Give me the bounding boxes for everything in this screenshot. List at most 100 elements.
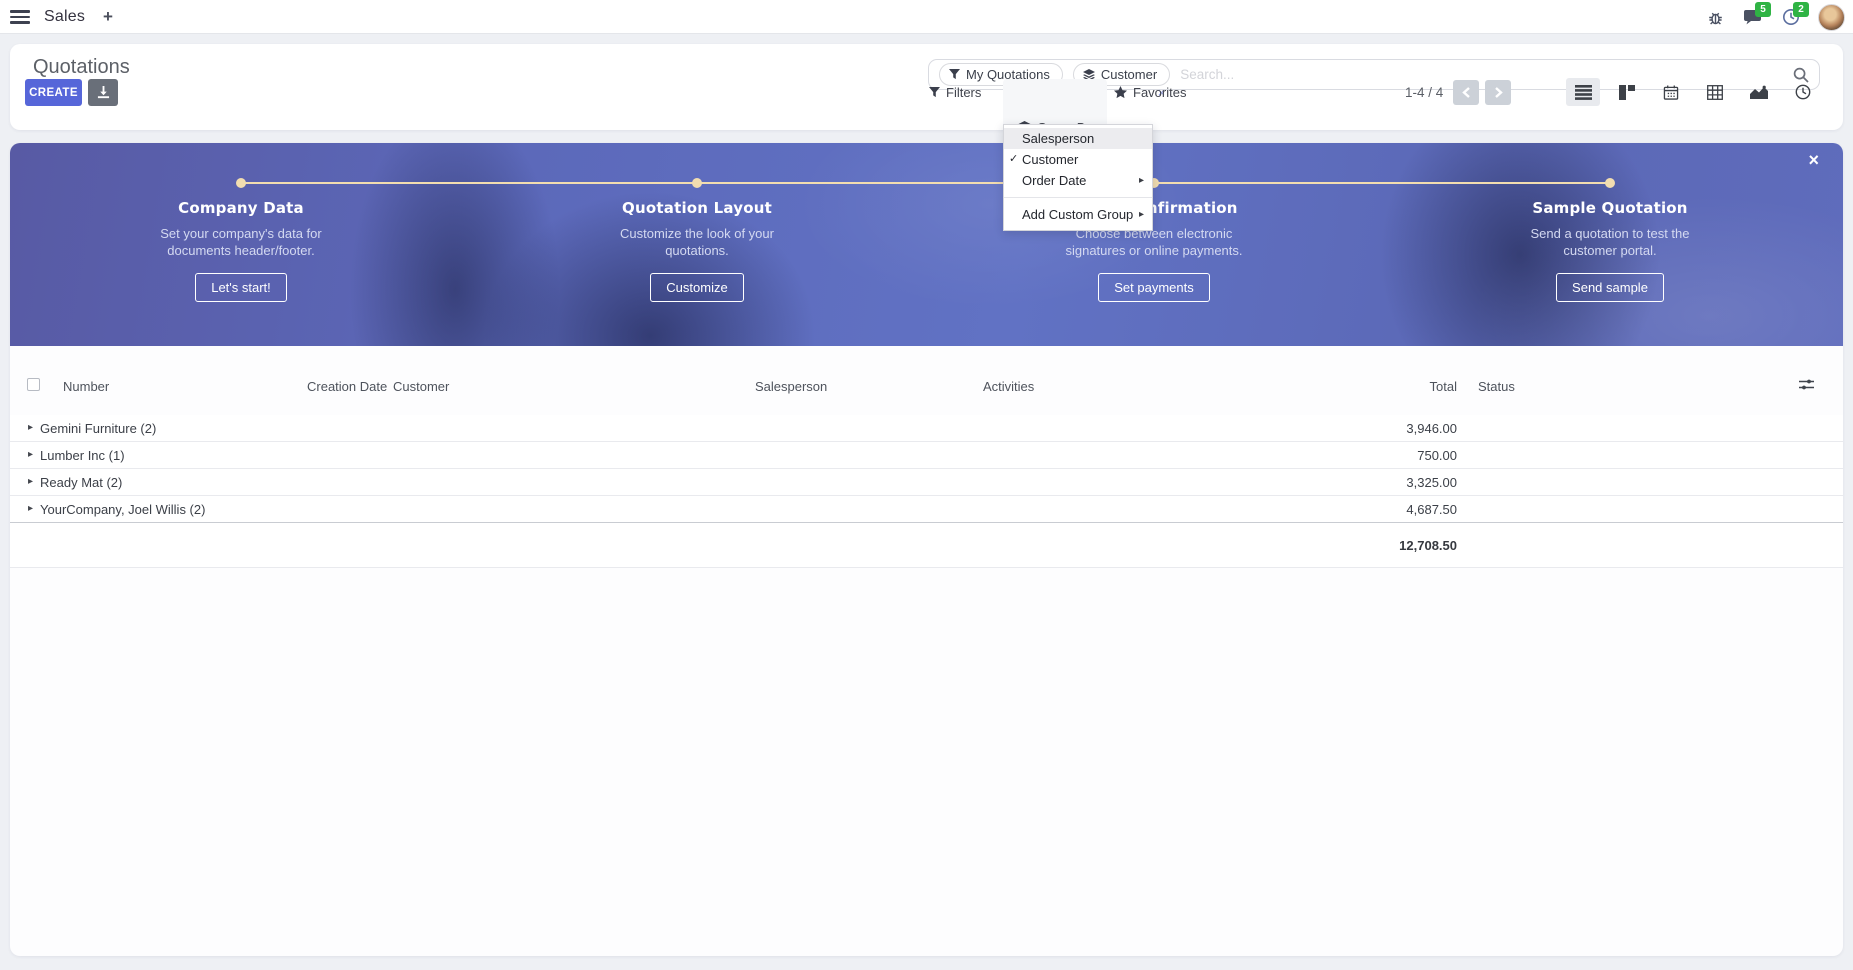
- timeline-dot: [692, 178, 702, 188]
- column-customer[interactable]: Customer: [393, 379, 449, 394]
- onboarding-banner: × Company Data Set your company's data f…: [10, 143, 1843, 346]
- group-total: 3,325.00: [1406, 475, 1457, 490]
- onboarding-step-sample-quotation: Sample Quotation Send a quotation to tes…: [1470, 199, 1750, 302]
- page-title: Quotations: [33, 56, 130, 79]
- pivot-view-icon: [1707, 85, 1723, 100]
- set-payments-button[interactable]: Set payments: [1098, 273, 1210, 302]
- group-name: YourCompany, Joel Willis (2): [40, 502, 205, 517]
- optional-columns-icon[interactable]: [1799, 378, 1814, 391]
- list-header: Number Creation Date Customer Salesperso…: [10, 374, 1843, 402]
- kanban-view-icon: [1619, 85, 1635, 100]
- group-name: Gemini Furniture (2): [40, 421, 156, 436]
- filter-icon: [929, 87, 940, 98]
- group-row-gemini-furniture[interactable]: ▸ Gemini Furniture (2) 3,946.00: [10, 415, 1843, 442]
- banner-close-icon[interactable]: ×: [1808, 151, 1819, 169]
- group-by-button[interactable]: Group By: [1003, 79, 1107, 130]
- group-total: 3,946.00: [1406, 421, 1457, 436]
- lets-start-button[interactable]: Let's start!: [195, 273, 287, 302]
- group-total: 750.00: [1417, 448, 1457, 463]
- step-title: Quotation Layout: [557, 199, 837, 217]
- column-status[interactable]: Status: [1478, 379, 1515, 394]
- column-total[interactable]: Total: [1430, 379, 1457, 394]
- column-salesperson[interactable]: Salesperson: [755, 379, 827, 394]
- timeline-dot: [236, 178, 246, 188]
- step-description: Customize the look of your quotations.: [590, 225, 805, 259]
- menu-item-customer[interactable]: ✓ Customer: [1004, 149, 1152, 170]
- calendar-view-icon: [1663, 85, 1679, 100]
- step-description: Set your company's data for documents he…: [134, 225, 349, 259]
- activity-view-icon: [1795, 84, 1811, 100]
- group-total: 4,687.50: [1406, 502, 1457, 517]
- sales-quotations-page: Sales + 5 2: [0, 0, 1853, 970]
- submenu-arrow-icon: ▸: [1139, 204, 1144, 225]
- favorites-button[interactable]: Favorites: [1100, 79, 1200, 106]
- list-view-icon: [1575, 85, 1592, 100]
- control-panel: Quotations My Quotations × Customer × CR…: [10, 44, 1843, 130]
- timeline-dot: [1605, 178, 1615, 188]
- group-by-menu: Salesperson ✓ Customer Order Date ▸ Add …: [1003, 124, 1153, 231]
- menu-item-label: Salesperson: [1022, 131, 1094, 146]
- group-row-yourcompany-joel-willis[interactable]: ▸ YourCompany, Joel Willis (2) 4,687.50: [10, 496, 1843, 523]
- send-sample-button[interactable]: Send sample: [1556, 273, 1664, 302]
- messages-badge: 5: [1755, 2, 1771, 17]
- menu-item-add-custom-group[interactable]: Add Custom Group ▸: [1004, 204, 1152, 225]
- apps-menu-icon[interactable]: [10, 10, 30, 24]
- expand-caret-icon[interactable]: ▸: [28, 503, 33, 514]
- chevron-left-icon: [1462, 87, 1471, 98]
- star-icon: [1114, 86, 1127, 99]
- group-name: Ready Mat (2): [40, 475, 122, 490]
- onboarding-step-company-data: Company Data Set your company's data for…: [101, 199, 381, 302]
- group-row-lumber-inc[interactable]: ▸ Lumber Inc (1) 750.00: [10, 442, 1843, 469]
- list-body: ▸ Gemini Furniture (2) 3,946.00 ▸ Lumber…: [10, 415, 1843, 568]
- menu-divider: [1004, 197, 1152, 198]
- expand-caret-icon[interactable]: ▸: [28, 476, 33, 487]
- download-icon: [97, 86, 110, 99]
- pager-range: 1-4 / 4: [1405, 85, 1443, 100]
- create-button[interactable]: CREATE: [25, 79, 82, 106]
- step-title: Sample Quotation: [1470, 199, 1750, 217]
- customize-button[interactable]: Customize: [650, 273, 743, 302]
- menu-item-label: Order Date: [1022, 173, 1086, 188]
- user-avatar[interactable]: [1818, 4, 1845, 31]
- export-button[interactable]: [88, 79, 118, 106]
- activities-clock-icon[interactable]: 2: [1780, 6, 1802, 28]
- view-switcher: [1566, 77, 1820, 107]
- step-title: Company Data: [101, 199, 381, 217]
- debug-bug-icon[interactable]: [1704, 6, 1726, 28]
- pager-next-button[interactable]: [1485, 80, 1511, 105]
- check-icon: ✓: [1009, 149, 1018, 170]
- grand-total-value: 12,708.50: [1399, 538, 1457, 553]
- menu-item-salesperson[interactable]: Salesperson: [1004, 128, 1152, 149]
- group-name: Lumber Inc (1): [40, 448, 125, 463]
- content-area: × Company Data Set your company's data f…: [10, 143, 1843, 956]
- expand-caret-icon[interactable]: ▸: [28, 449, 33, 460]
- column-creation-date[interactable]: Creation Date: [307, 379, 387, 394]
- grand-total-row: 12,708.50: [10, 522, 1843, 568]
- menu-item-label: Customer: [1022, 152, 1078, 167]
- list-view-button[interactable]: [1566, 78, 1600, 106]
- filters-button[interactable]: Filters: [915, 79, 995, 106]
- activities-badge: 2: [1793, 2, 1809, 17]
- menu-item-order-date[interactable]: Order Date ▸: [1004, 170, 1152, 191]
- group-row-ready-mat[interactable]: ▸ Ready Mat (2) 3,325.00: [10, 469, 1843, 496]
- expand-caret-icon[interactable]: ▸: [28, 422, 33, 433]
- onboarding-step-quotation-layout: Quotation Layout Customize the look of y…: [557, 199, 837, 302]
- column-number[interactable]: Number: [63, 379, 109, 394]
- graph-view-button[interactable]: [1742, 78, 1776, 106]
- menu-item-label: Add Custom Group: [1022, 207, 1133, 222]
- pivot-view-button[interactable]: [1698, 78, 1732, 106]
- column-activities[interactable]: Activities: [983, 379, 1034, 394]
- graph-view-icon: [1750, 85, 1768, 99]
- pager-previous-button[interactable]: [1453, 80, 1479, 105]
- messages-icon[interactable]: 5: [1742, 6, 1764, 28]
- select-all-checkbox[interactable]: [27, 378, 40, 391]
- onboarding-timeline: [241, 182, 1610, 184]
- new-tab-button[interactable]: +: [99, 7, 117, 27]
- app-name[interactable]: Sales: [44, 8, 85, 26]
- calendar-view-button[interactable]: [1654, 78, 1688, 106]
- submenu-arrow-icon: ▸: [1139, 170, 1144, 191]
- kanban-view-button[interactable]: [1610, 78, 1644, 106]
- step-description: Send a quotation to test the customer po…: [1503, 225, 1718, 259]
- top-navbar: Sales + 5 2: [0, 0, 1853, 34]
- activity-view-button[interactable]: [1786, 78, 1820, 106]
